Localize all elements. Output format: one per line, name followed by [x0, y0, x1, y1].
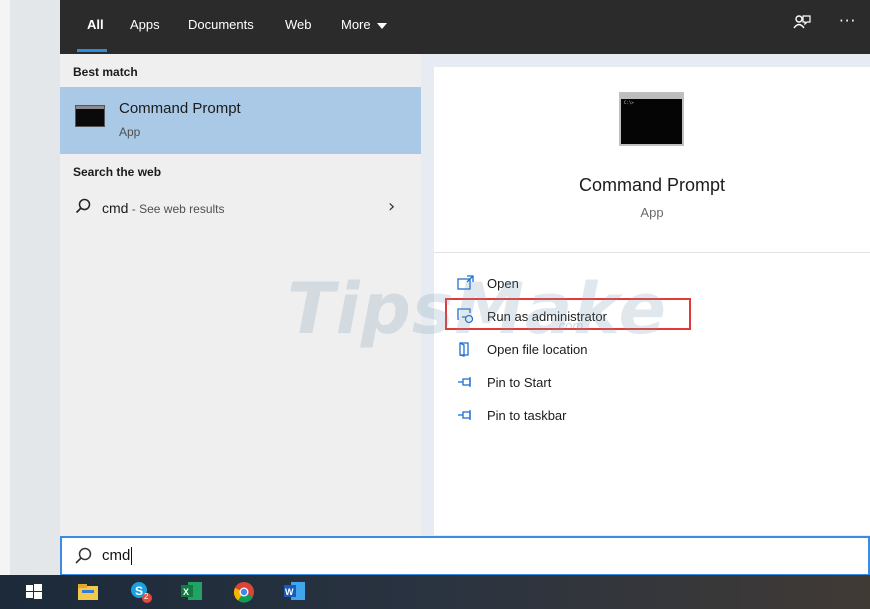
action-open-label: Open: [487, 276, 519, 291]
results-pane: Best match Command Prompt App Search the…: [60, 54, 421, 536]
feedback-icon[interactable]: [793, 14, 811, 36]
search-web-heading: Search the web: [73, 165, 162, 179]
tab-more[interactable]: More: [341, 17, 387, 32]
action-pin-to-start[interactable]: Pin to Start: [455, 371, 695, 397]
chevron-right-icon[interactable]: ›: [388, 196, 395, 217]
file-explorer-icon[interactable]: [77, 580, 103, 604]
word-icon[interactable]: W: [283, 580, 309, 604]
open-icon: [457, 275, 475, 291]
folder-location-icon: [457, 341, 475, 357]
svg-text:X: X: [183, 587, 189, 597]
desktop-edge: [0, 0, 10, 575]
best-match-heading: Best match: [73, 65, 138, 79]
skype-badge: 2: [144, 592, 149, 601]
search-box[interactable]: cmd: [60, 536, 870, 576]
chevron-down-icon: [376, 22, 387, 29]
tab-apps[interactable]: Apps: [130, 17, 160, 32]
command-prompt-large-icon: [619, 92, 684, 146]
skype-icon[interactable]: S 2: [129, 580, 155, 604]
taskbar: S 2 X W: [0, 575, 870, 609]
best-match-type: App: [119, 125, 141, 139]
pin-icon: [457, 407, 475, 423]
run-as-admin-icon: [457, 308, 475, 324]
action-pin-to-taskbar[interactable]: Pin to taskbar: [455, 404, 695, 430]
svg-text:S: S: [135, 584, 143, 598]
preview-app-type: App: [640, 205, 664, 220]
search-icon: [74, 547, 92, 565]
svg-text:W: W: [285, 587, 294, 597]
action-pin-to-taskbar-label: Pin to taskbar: [487, 408, 567, 423]
tab-more-label: More: [341, 17, 371, 32]
start-left-rail: [10, 0, 60, 575]
tab-web[interactable]: Web: [285, 17, 312, 32]
action-run-as-administrator-label: Run as administrator: [487, 309, 607, 324]
pin-icon: [457, 374, 475, 390]
start-search-window: All Apps Documents Web More ··· Best mat…: [0, 0, 870, 609]
action-open-file-location[interactable]: Open file location: [455, 338, 695, 364]
excel-icon[interactable]: X: [180, 580, 206, 604]
search-input[interactable]: cmd: [102, 547, 133, 566]
tab-all[interactable]: All: [87, 17, 104, 32]
preview-divider: [434, 252, 870, 253]
tab-documents[interactable]: Documents: [188, 17, 254, 32]
web-search-result[interactable]: cmd - See web results ›: [60, 192, 421, 226]
chrome-icon[interactable]: [232, 580, 258, 604]
action-open-file-location-label: Open file location: [487, 342, 588, 357]
search-tabs-bar: All Apps Documents Web More ···: [60, 0, 870, 54]
windows-start-icon[interactable]: [24, 580, 50, 604]
active-tab-indicator: [77, 49, 107, 52]
web-results-hint: - See web results: [128, 202, 225, 216]
action-open[interactable]: Open: [455, 272, 695, 298]
command-prompt-icon: [75, 105, 105, 127]
best-match-item[interactable]: Command Prompt App: [60, 87, 421, 154]
more-options-icon[interactable]: ···: [839, 12, 856, 30]
search-input-value: cmd: [102, 547, 131, 564]
preview-app-name: Command Prompt: [578, 175, 726, 195]
best-match-name: Command Prompt: [119, 100, 241, 117]
text-cursor: [131, 547, 133, 566]
web-query-text: cmd - See web results: [102, 200, 225, 216]
action-pin-to-start-label: Pin to Start: [487, 375, 552, 390]
action-run-as-administrator[interactable]: Run as administrator: [455, 305, 695, 331]
search-icon: [75, 198, 91, 214]
web-query: cmd: [102, 200, 129, 216]
